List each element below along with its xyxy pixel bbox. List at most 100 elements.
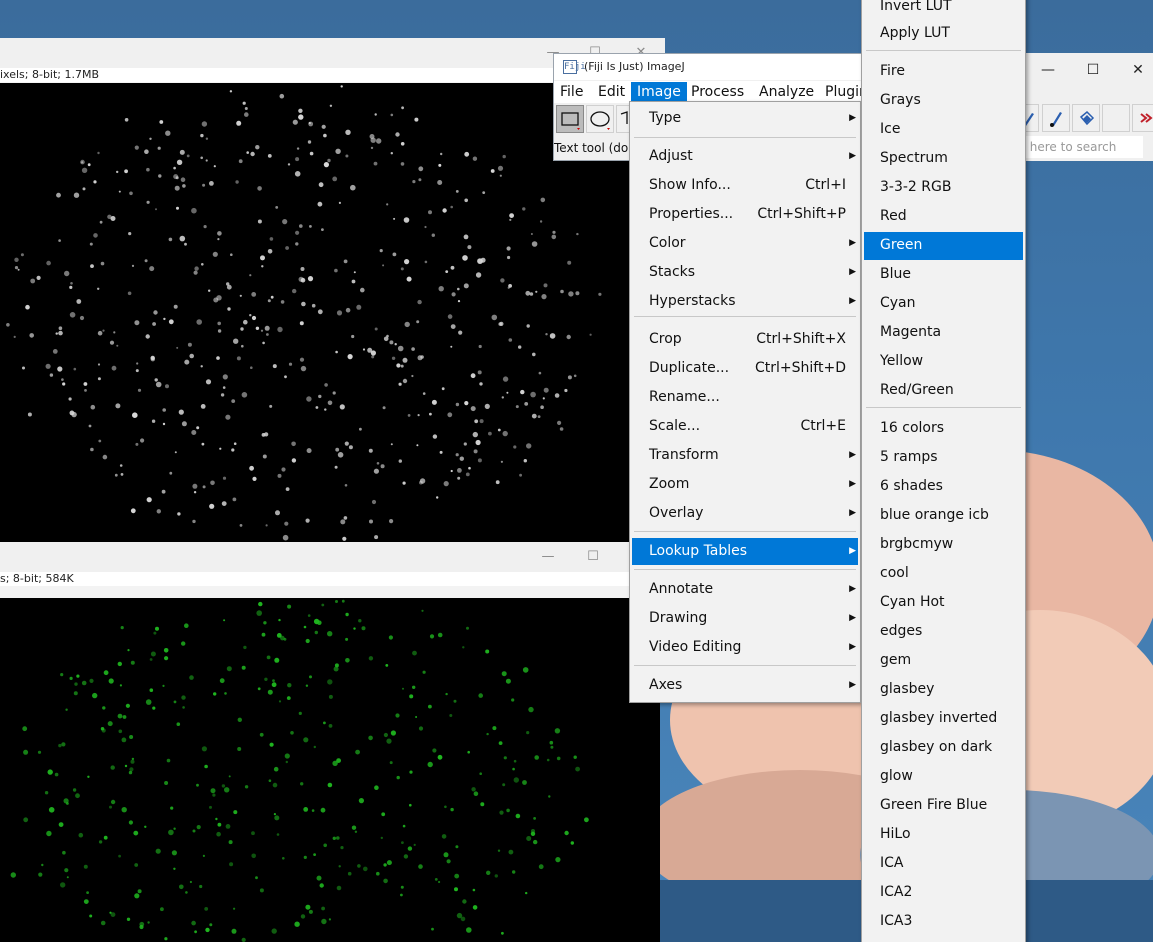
cell-dot bbox=[445, 270, 449, 273]
menu-image[interactable]: Image bbox=[631, 82, 687, 103]
lut-item-fire[interactable]: Fire bbox=[864, 58, 1023, 86]
menu-item-zoom[interactable]: Zoom ▶ bbox=[632, 471, 858, 498]
cell-dot bbox=[509, 218, 512, 221]
lut-item-invert-lut[interactable]: Invert LUT bbox=[864, 0, 1023, 21]
more-tools-icon[interactable] bbox=[1132, 104, 1153, 132]
lut-item-ice[interactable]: Ice bbox=[864, 116, 1023, 144]
cell-dot bbox=[455, 453, 459, 457]
lut-item-ica[interactable]: ICA bbox=[864, 850, 1023, 878]
menu-edit[interactable]: Edit bbox=[592, 82, 631, 103]
cell-dot bbox=[176, 722, 181, 726]
cell-dot bbox=[194, 930, 198, 934]
lut-item-cyan-hot[interactable]: Cyan Hot bbox=[864, 589, 1023, 617]
lut-item-apply-lut[interactable]: Apply LUT bbox=[864, 20, 1023, 48]
menu-item-video-editing[interactable]: Video Editing ▶ bbox=[632, 634, 858, 661]
lut-item-green[interactable]: Green bbox=[864, 232, 1023, 260]
lut-item-green-fire-blue[interactable]: Green Fire Blue bbox=[864, 792, 1023, 820]
lut-item-spectrum[interactable]: Spectrum bbox=[864, 145, 1023, 173]
menu-analyze[interactable]: Analyze bbox=[753, 82, 820, 103]
cell-dot bbox=[271, 928, 277, 934]
cell-dot bbox=[470, 406, 476, 412]
lut-item-gem[interactable]: gem bbox=[864, 647, 1023, 675]
rectangle-tool-icon[interactable] bbox=[556, 105, 584, 133]
lut-item-3-3-2-rgb[interactable]: 3-3-2 RGB bbox=[864, 174, 1023, 202]
lut-item-magenta[interactable]: Magenta bbox=[864, 319, 1023, 347]
cell-dot bbox=[159, 120, 164, 124]
cell-dot bbox=[550, 745, 554, 749]
cell-dot bbox=[69, 312, 76, 318]
search-input[interactable]: k here to search bbox=[1015, 136, 1143, 158]
lut-item-cool[interactable]: cool bbox=[864, 560, 1023, 588]
cell-dot bbox=[427, 761, 433, 768]
menu-item-crop[interactable]: Crop Ctrl+Shift+X bbox=[632, 326, 858, 353]
lut-item-ica2[interactable]: ICA2 bbox=[864, 879, 1023, 907]
cell-dot bbox=[146, 200, 150, 204]
lut-item-glasbey[interactable]: glasbey bbox=[864, 676, 1023, 704]
menu-item-rename[interactable]: Rename... bbox=[632, 384, 858, 411]
lut-item-glasbey-on-dark[interactable]: glasbey on dark bbox=[864, 734, 1023, 762]
empty-tool-slot[interactable] bbox=[1102, 104, 1130, 132]
cell-dot bbox=[303, 625, 307, 629]
lut-item-red-green[interactable]: Red/Green bbox=[864, 377, 1023, 405]
cell-dot bbox=[542, 397, 545, 400]
lut-item-brgbcmyw[interactable]: brgbcmyw bbox=[864, 531, 1023, 559]
brush-icon[interactable] bbox=[1042, 104, 1070, 132]
lut-item-grays[interactable]: Grays bbox=[864, 87, 1023, 115]
cell-dot bbox=[513, 445, 517, 449]
maximize-icon[interactable]: ☐ bbox=[578, 546, 608, 568]
cell-dot bbox=[305, 904, 311, 910]
cell-dot bbox=[344, 441, 349, 446]
flood-fill-icon[interactable] bbox=[1072, 104, 1100, 132]
menu-item-duplicate[interactable]: Duplicate... Ctrl+Shift+D bbox=[632, 355, 858, 382]
menu-item-adjust[interactable]: Adjust ▶ bbox=[632, 143, 858, 170]
lut-item-glasbey-inverted[interactable]: glasbey inverted bbox=[864, 705, 1023, 733]
cell-dot bbox=[102, 329, 105, 332]
menu-item-properties[interactable]: Properties... Ctrl+Shift+P bbox=[632, 201, 858, 228]
menu-item-transform[interactable]: Transform ▶ bbox=[632, 442, 858, 469]
cell-dot bbox=[192, 483, 198, 489]
lut-item-edges[interactable]: edges bbox=[864, 618, 1023, 646]
lut-item-red[interactable]: Red bbox=[864, 203, 1023, 231]
lut-item-blue[interactable]: Blue bbox=[864, 261, 1023, 289]
lut-item-16-colors[interactable]: 16 colors bbox=[864, 415, 1023, 443]
lut-item-ica3[interactable]: ICA3 bbox=[864, 908, 1023, 936]
menu-item-stacks[interactable]: Stacks ▶ bbox=[632, 259, 858, 286]
menu-item-type[interactable]: Type ▶ bbox=[632, 105, 858, 132]
cell-dot bbox=[200, 133, 204, 138]
minimize-icon[interactable]: — bbox=[533, 546, 563, 568]
oval-tool-icon[interactable] bbox=[586, 105, 614, 133]
menu-item-annotate[interactable]: Annotate ▶ bbox=[632, 576, 858, 603]
menu-item-axes[interactable]: Axes ▶ bbox=[632, 672, 858, 699]
menu-item-hyperstacks[interactable]: Hyperstacks ▶ bbox=[632, 288, 858, 315]
fiji-window-right-part[interactable]: — ☐ ✕ k here to search bbox=[1015, 53, 1153, 161]
close-icon[interactable]: ✕ bbox=[1123, 57, 1153, 83]
lut-item-blue-orange-icb[interactable]: blue orange icb bbox=[864, 502, 1023, 530]
menu-file[interactable]: File bbox=[554, 82, 589, 103]
cell-dot bbox=[494, 874, 498, 878]
menu-item-show-info[interactable]: Show Info... Ctrl+I bbox=[632, 172, 858, 199]
image-window-green[interactable]: — ☐ s; 8-bit; 584K bbox=[0, 542, 660, 942]
window-titlebar[interactable]: — ☐ bbox=[0, 542, 660, 572]
lut-item-glow[interactable]: glow bbox=[864, 763, 1023, 791]
menu-item-color[interactable]: Color ▶ bbox=[632, 230, 858, 257]
cell-dot bbox=[229, 90, 233, 93]
image-canvas[interactable] bbox=[0, 598, 660, 942]
lut-item-yellow[interactable]: Yellow bbox=[864, 348, 1023, 376]
cell-dot bbox=[74, 682, 78, 686]
menu-item-drawing[interactable]: Drawing ▶ bbox=[632, 605, 858, 632]
lut-item-hilo[interactable]: HiLo bbox=[864, 821, 1023, 849]
cell-dot bbox=[169, 471, 173, 475]
lut-item-5-ramps[interactable]: 5 ramps bbox=[864, 444, 1023, 472]
menu-item-lookup-tables[interactable]: Lookup Tables ▶ bbox=[632, 538, 858, 565]
maximize-icon[interactable]: ☐ bbox=[1078, 57, 1108, 83]
cell-dot bbox=[249, 274, 252, 277]
menu-item-label: 5 ramps bbox=[880, 449, 938, 465]
minimize-icon[interactable]: — bbox=[1033, 57, 1063, 83]
lut-item-cyan[interactable]: Cyan bbox=[864, 290, 1023, 318]
lut-item-6-shades[interactable]: 6 shades bbox=[864, 473, 1023, 501]
cell-dot bbox=[465, 472, 470, 477]
menu-item-scale[interactable]: Scale... Ctrl+E bbox=[632, 413, 858, 440]
polygon-tool-icon[interactable] bbox=[616, 105, 630, 133]
menu-item-overlay[interactable]: Overlay ▶ bbox=[632, 500, 858, 527]
menu-process[interactable]: Process bbox=[685, 82, 750, 103]
